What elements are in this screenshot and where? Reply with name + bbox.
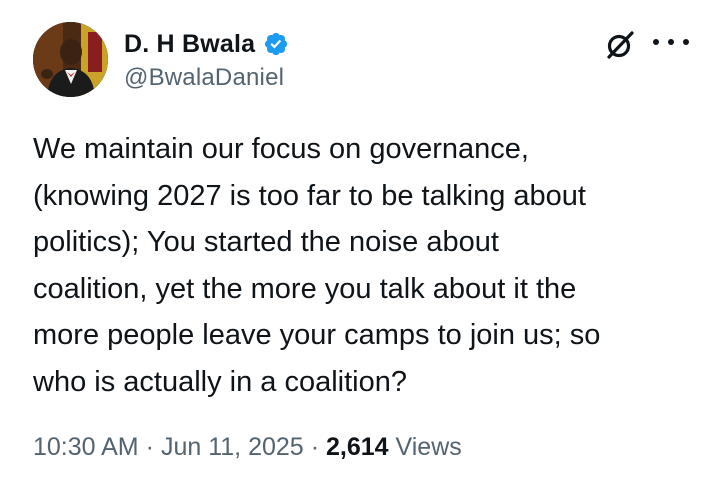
- more-options-icon[interactable]: [653, 32, 689, 52]
- author-name-row: D. H Bwala: [124, 27, 289, 61]
- more-dot: [668, 39, 674, 45]
- tweet-line: (knowing 2027 is too far to be talking a…: [33, 179, 586, 212]
- verified-badge-icon[interactable]: [263, 31, 289, 57]
- tweet-line: who is actually in a coalition?: [33, 365, 407, 398]
- tweet-line: politics); You started the noise about: [33, 226, 499, 258]
- meta-separator: ·: [145, 433, 154, 461]
- tweet-card: D. H Bwala @BwalaDaniel We maintain our …: [0, 0, 720, 488]
- tweet-time[interactable]: 10:30 AM: [33, 433, 139, 461]
- avatar-image: [33, 22, 108, 97]
- meta-separator: ·: [310, 433, 320, 461]
- grok-icon[interactable]: [603, 28, 637, 62]
- author-display-name[interactable]: D. H Bwala: [124, 30, 255, 59]
- tweet-text: We maintain our focus on governance, (kn…: [33, 126, 703, 405]
- author-handle[interactable]: @BwalaDaniel: [124, 64, 284, 92]
- tweet-line: coalition, yet the more you talk about i…: [33, 272, 577, 305]
- tweet-meta: 10:30 AM · Jun 11, 2025 · 2,614 Views: [33, 433, 462, 462]
- views-label: Views: [395, 433, 462, 461]
- views-count: 2,614: [326, 433, 389, 461]
- tweet-date[interactable]: Jun 11, 2025: [161, 433, 304, 461]
- tweet-line: We maintain our focus on governance,: [33, 133, 529, 165]
- tweet-line: more people leave your camps to join us;…: [33, 319, 601, 351]
- more-dot: [683, 39, 689, 45]
- more-dot: [653, 39, 659, 45]
- avatar[interactable]: [33, 22, 108, 97]
